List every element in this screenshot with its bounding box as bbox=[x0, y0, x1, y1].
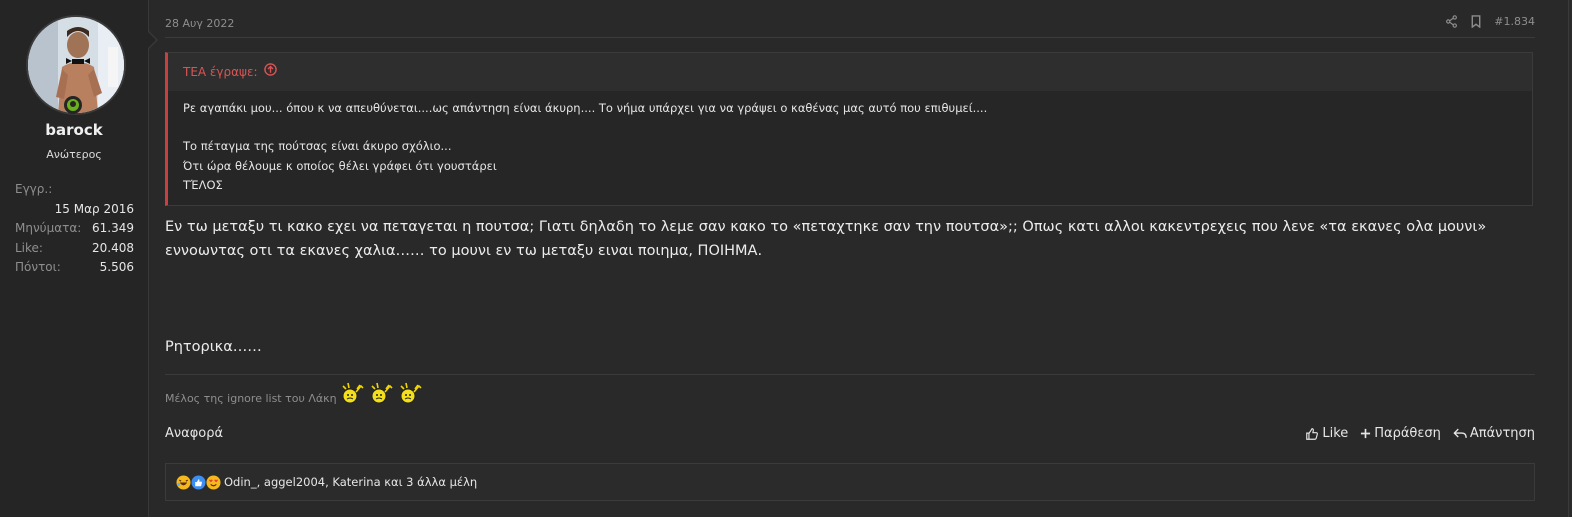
reactions-bar[interactable]: Odin_, aggel2004, Katerina και 3 άλλα μέ… bbox=[165, 463, 1535, 501]
arrow-up-circle-icon[interactable] bbox=[263, 53, 277, 91]
smiley-icon bbox=[399, 382, 422, 404]
user-title: Ανώτερος bbox=[46, 148, 102, 161]
post-footer: Αναφορά Like Παράθεση Απάντηση bbox=[165, 426, 1535, 446]
stat-joined-value: 15 Μαρ 2016 bbox=[54, 201, 134, 216]
reply-label[interactable]: Απάντηση bbox=[1470, 426, 1535, 441]
post-header-actions: #1.834 bbox=[1445, 15, 1535, 28]
bookmark-icon[interactable] bbox=[1470, 15, 1482, 28]
stat-points-value[interactable]: 5.506 bbox=[100, 258, 134, 278]
thumbs-up-emoji-icon bbox=[191, 474, 206, 490]
stat-messages: Μηνύματα: 61.349 bbox=[15, 219, 134, 239]
stat-joined-value-row: 15 Μαρ 2016 bbox=[15, 200, 134, 220]
post-date[interactable]: 28 Αυγ 2022 bbox=[165, 17, 234, 30]
report-link[interactable]: Αναφορά bbox=[165, 426, 223, 441]
quote-line: ΤΈΛΟΣ bbox=[183, 177, 223, 192]
love-emoji-icon bbox=[206, 474, 221, 490]
signature: Μέλος της ignore list του Λάκη bbox=[165, 374, 1535, 405]
user-stats: Εγγρ.: 15 Μαρ 2016 Μηνύματα: 61.349 Like:… bbox=[15, 180, 134, 278]
quote-line: Το πέταγμα της πούτσας είναι άκυρο σχόλι… bbox=[183, 139, 452, 154]
stat-points: Πόντοι: 5.506 bbox=[15, 258, 134, 278]
quote-author[interactable]: TEA έγραψε: bbox=[183, 53, 258, 91]
like-label[interactable]: Like bbox=[1322, 426, 1348, 441]
stat-messages-label: Μηνύματα: bbox=[15, 221, 82, 235]
post-actions: Like Παράθεση Απάντηση bbox=[1305, 426, 1535, 441]
plus-icon bbox=[1361, 428, 1371, 439]
message-body: Εν τω μεταξυ τι κακο εχει να πεταγεται η… bbox=[165, 216, 1535, 355]
like-button[interactable]: Like bbox=[1305, 426, 1348, 441]
laugh-emoji-icon bbox=[176, 474, 191, 490]
signature-text: Μέλος της ignore list του Λάκη bbox=[165, 392, 337, 405]
message-paragraph: Εν τω μεταξυ τι κακο εχει να πεταγεται η… bbox=[165, 219, 1487, 259]
online-status-indicator bbox=[64, 96, 82, 114]
stat-points-label: Πόντοι: bbox=[15, 260, 61, 274]
reaction-emojis bbox=[176, 474, 221, 490]
reactions-text[interactable]: Odin_, aggel2004, Katerina και 3 άλλα μέ… bbox=[224, 475, 477, 489]
stat-likes-value: 20.408 bbox=[92, 240, 134, 255]
quote-body: Ρε αγαπάκι μου... όπου κ να απευθύνεται.… bbox=[168, 91, 1532, 205]
like-icon bbox=[1306, 427, 1319, 440]
quote-button[interactable]: Παράθεση bbox=[1360, 426, 1441, 441]
stat-joined-label: Εγγρ.: bbox=[15, 182, 53, 196]
user-cell-arrow bbox=[147, 30, 158, 50]
stat-messages-value[interactable]: 61.349 bbox=[92, 219, 134, 239]
message-closing: Ρητορικα…… bbox=[165, 339, 262, 355]
reply-button[interactable]: Απάντηση bbox=[1453, 426, 1535, 441]
quote-line: Ότι ώρα θέλουμε κ οποίος θέλει γράφει ότ… bbox=[183, 158, 497, 173]
stat-joined-label-row: Εγγρ.: bbox=[15, 180, 134, 200]
post-frame: barock Ανώτερος Εγγρ.: 15 Μαρ 2016 Μηνύμ… bbox=[0, 0, 1569, 517]
quote-line: Ρε αγαπάκι μου... όπου κ να απευθύνεται.… bbox=[183, 101, 988, 115]
user-sidebar: barock Ανώτερος Εγγρ.: 15 Μαρ 2016 Μηνύμ… bbox=[0, 0, 158, 517]
reply-icon bbox=[1453, 428, 1467, 438]
share-icon[interactable] bbox=[1445, 15, 1458, 28]
stat-likes-label: Like: bbox=[15, 240, 43, 255]
quote-title[interactable]: TEA έγραψε: bbox=[168, 53, 1532, 91]
smiley-icon bbox=[341, 382, 364, 404]
username[interactable]: barock bbox=[0, 121, 148, 139]
smiley-icon bbox=[370, 382, 393, 404]
post-header: 28 Αυγ 2022 #1.834 bbox=[165, 15, 1535, 38]
quote-label[interactable]: Παράθεση bbox=[1374, 426, 1441, 441]
post-number[interactable]: #1.834 bbox=[1494, 15, 1535, 28]
stat-likes: Like: 20.408 bbox=[15, 239, 134, 259]
post-main: 28 Αυγ 2022 #1.834 TEA έγραψε: Ρε αγαπάκ… bbox=[165, 0, 1535, 517]
quote-block: TEA έγραψε: Ρε αγαπάκι μου... όπου κ να … bbox=[165, 52, 1533, 206]
